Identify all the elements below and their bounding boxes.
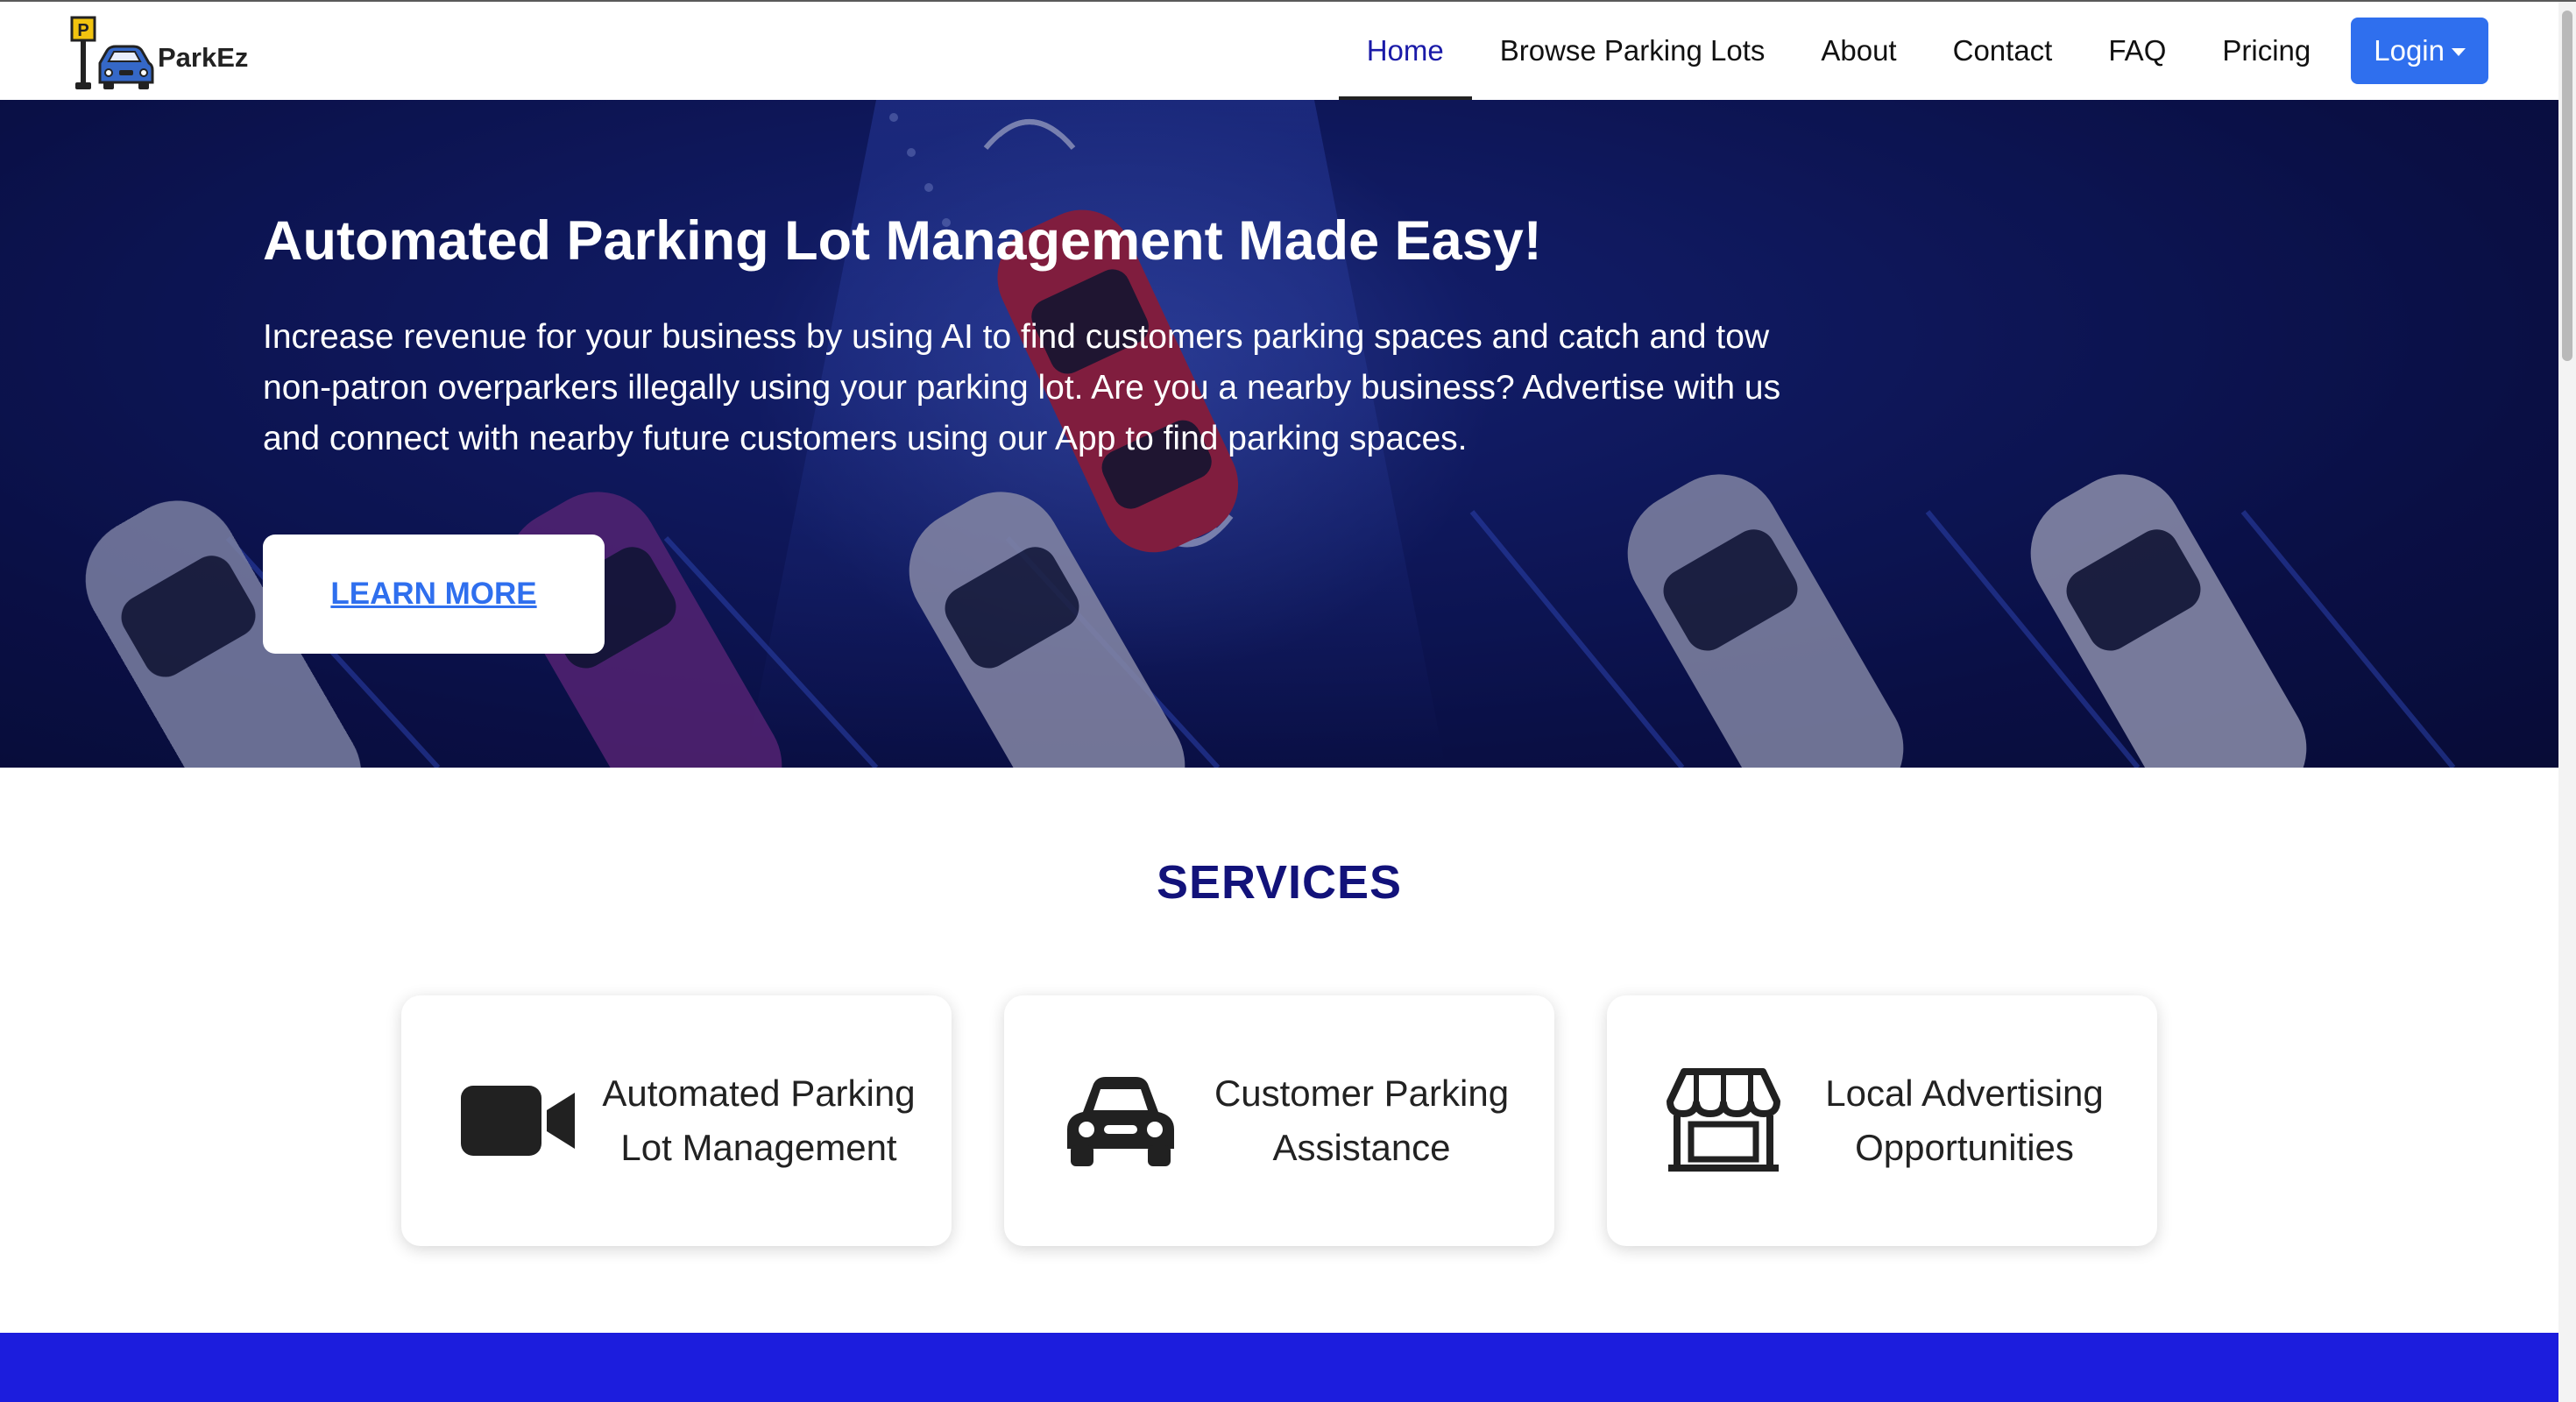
- main-nav: Home Browse Parking Lots About Contact F…: [1338, 2, 2488, 100]
- services-title: SERVICES: [1156, 856, 1403, 909]
- hero-title: Automated Parking Lot Management Made Ea…: [263, 210, 1542, 272]
- parking-logo-icon: P: [70, 16, 154, 89]
- service-card-parking-assistance[interactable]: Customer Parking Assistance: [1004, 995, 1554, 1246]
- video-camera-icon: [461, 1064, 575, 1178]
- footer-section-band: [0, 1333, 2558, 1402]
- logo-sign-letter: P: [77, 21, 88, 40]
- learn-more-button[interactable]: LEARN MORE: [263, 535, 605, 654]
- hero-description: Increase revenue for your business by us…: [263, 317, 1781, 457]
- nav-about[interactable]: About: [1793, 2, 1924, 100]
- store-icon: [1667, 1064, 1780, 1178]
- brand-link[interactable]: P ParkEz: [70, 16, 248, 91]
- page-scrollbar[interactable]: [2558, 2, 2576, 1402]
- nav-browse-parking-lots[interactable]: Browse Parking Lots: [1472, 2, 1794, 100]
- service-card-parking-management[interactable]: Automated Parking Lot Management: [401, 995, 952, 1246]
- service-card-label: Customer Parking Assistance: [1214, 1073, 1510, 1168]
- service-card-label: Automated Parking Lot Management: [602, 1073, 916, 1168]
- nav-contact[interactable]: Contact: [1925, 2, 2081, 100]
- nav-faq[interactable]: FAQ: [2080, 2, 2194, 100]
- login-label: Login: [2374, 34, 2445, 67]
- caret-down-icon: [2452, 47, 2466, 56]
- service-card-local-advertising[interactable]: Local Advertising Opportunities: [1607, 995, 2157, 1246]
- navbar: P ParkEz Home Browse Parking Lots About …: [0, 2, 2558, 100]
- hero-content: Automated Parking Lot Management Made Ea…: [263, 209, 1840, 464]
- learn-more-label: LEARN MORE: [330, 577, 537, 611]
- nav-pricing[interactable]: Pricing: [2194, 2, 2339, 100]
- nav-home[interactable]: Home: [1338, 2, 1472, 100]
- hero-section: Automated Parking Lot Management Made Ea…: [0, 100, 2558, 768]
- scrollbar-thumb[interactable]: [2562, 11, 2572, 361]
- login-dropdown-button[interactable]: Login: [2351, 18, 2488, 84]
- service-card-label: Local Advertising Opportunities: [1825, 1073, 2104, 1168]
- car-icon: [1064, 1064, 1178, 1178]
- brand-name: ParkEz: [158, 42, 249, 73]
